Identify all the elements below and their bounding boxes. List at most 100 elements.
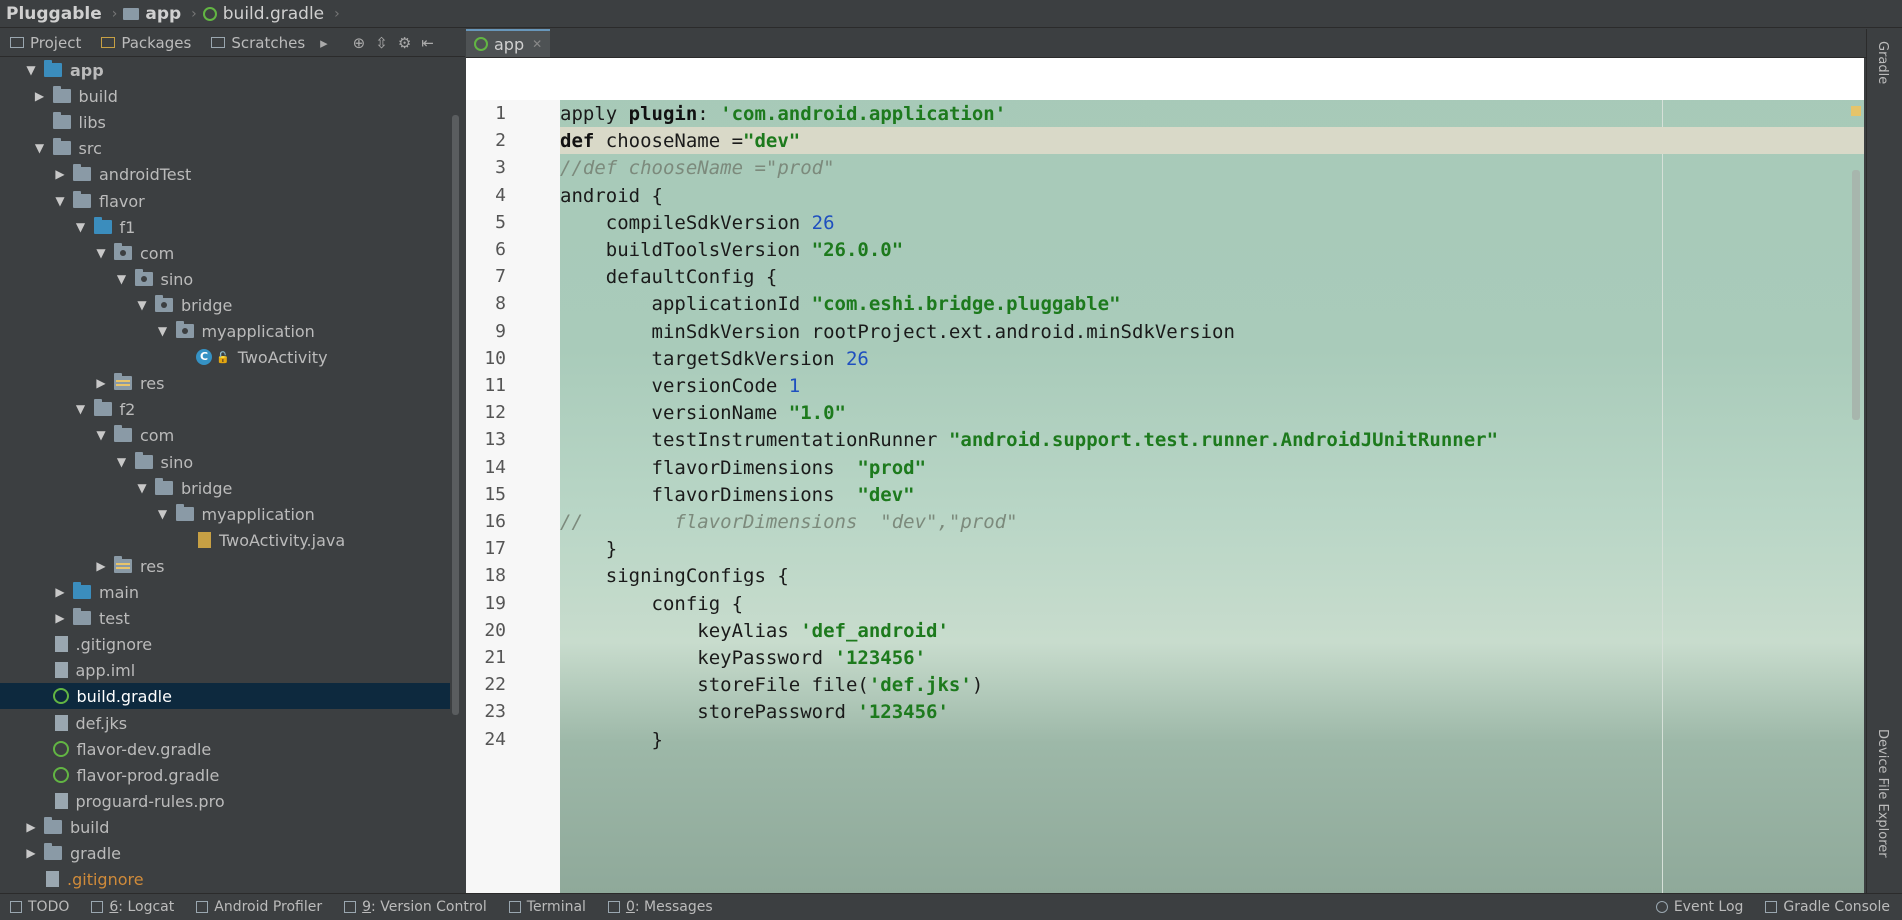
tree-item[interactable]: ▼ f2 [0, 396, 450, 422]
tree-item[interactable]: ▶ main [0, 579, 450, 605]
terminal-button[interactable]: Terminal [508, 899, 586, 915]
collapsed-arrow-icon[interactable]: ▶ [92, 376, 110, 390]
expanded-arrow-icon[interactable]: ▼ [72, 220, 90, 234]
code-line[interactable]: 8 applicationId "com.eshi.bridge.pluggab… [495, 290, 1864, 317]
gear-icon[interactable]: ⚙ [398, 34, 411, 52]
code-line[interactable]: 15 flavorDimensions "dev" [484, 481, 1864, 508]
tree-item[interactable]: ▼ myapplication [0, 318, 450, 344]
editor-scrollbar[interactable] [1852, 170, 1860, 420]
close-icon[interactable]: ✕ [532, 37, 542, 51]
todo-button[interactable]: TODO [10, 899, 69, 915]
breadcrumb-module[interactable]: app [123, 4, 181, 24]
logcat-button[interactable]: 6: Logcat [91, 899, 174, 915]
code-line[interactable]: 10 targetSdkVersion 26 [484, 345, 1864, 372]
collapsed-arrow-icon[interactable]: ▶ [31, 89, 49, 103]
expanded-arrow-icon[interactable]: ▼ [133, 481, 151, 495]
tree-item[interactable]: ▼ sino [0, 449, 450, 475]
more-tabs-icon[interactable]: ▸ [320, 34, 328, 52]
tab-project[interactable]: Project [0, 29, 91, 56]
code-line[interactable]: 24 } [484, 726, 1864, 753]
expanded-arrow-icon[interactable]: ▼ [113, 455, 131, 469]
expanded-arrow-icon[interactable]: ▼ [113, 272, 131, 286]
inspection-status-icon[interactable] [1851, 106, 1861, 116]
tree-item[interactable]: ▶ gradle [0, 840, 450, 866]
code-line[interactable]: 14 flavorDimensions "prod" [484, 454, 1864, 481]
tree-item[interactable]: ▶ res [0, 553, 450, 579]
tree-item[interactable]: ▼ sino [0, 266, 450, 292]
tree-item[interactable]: build.gradle [0, 683, 450, 709]
code-line[interactable]: 3 //def chooseName ="prod" [495, 154, 1864, 181]
tree-scrollbar[interactable] [452, 115, 459, 715]
event-log-button[interactable]: Event Log [1655, 899, 1743, 915]
code-line[interactable]: 18 signingConfigs { [484, 562, 1864, 589]
code-editor[interactable]: 1 apply plugin: 'com.android.application'… [466, 58, 1864, 893]
tree-item[interactable]: ▶ build [0, 83, 450, 109]
expanded-arrow-icon[interactable]: ▼ [154, 507, 172, 521]
tree-item[interactable]: def.jks [0, 710, 450, 736]
code-area[interactable]: 1 apply plugin: 'com.android.application'… [484, 100, 1864, 893]
version-control-button[interactable]: 9: Version Control [344, 899, 487, 915]
tree-item[interactable]: ▼ com [0, 422, 450, 448]
expanded-arrow-icon[interactable]: ▼ [92, 428, 110, 442]
expanded-arrow-icon[interactable]: ▼ [92, 246, 110, 260]
collapsed-arrow-icon[interactable]: ▶ [51, 611, 69, 625]
messages-button[interactable]: 0: Messages [607, 899, 713, 915]
expanded-arrow-icon[interactable]: ▼ [51, 194, 69, 208]
editor-tab-app[interactable]: app ✕ [466, 29, 551, 57]
expanded-arrow-icon[interactable]: ▼ [22, 63, 40, 77]
collapsed-arrow-icon[interactable]: ▶ [22, 820, 40, 834]
tree-item[interactable]: ▶ test [0, 605, 450, 631]
tree-item[interactable]: ▼ bridge [0, 475, 450, 501]
tree-item[interactable]: .gitignore [0, 866, 450, 892]
tree-item[interactable]: C 🔓 TwoActivity [0, 344, 450, 370]
code-line[interactable]: 17 } [484, 535, 1864, 562]
expanded-arrow-icon[interactable]: ▼ [133, 298, 151, 312]
code-line[interactable]: 12 versionName "1.0" [484, 399, 1864, 426]
tree-item[interactable]: libs [0, 109, 450, 135]
tree-item[interactable]: proguard-rules.pro [0, 788, 450, 814]
tree-item[interactable]: app.iml [0, 657, 450, 683]
tree-item[interactable]: ▼ bridge [0, 292, 450, 318]
breadcrumb-project[interactable]: Pluggable [6, 4, 102, 24]
tree-item[interactable]: ▼ myapplication [0, 501, 450, 527]
tree-item[interactable]: ▶ build [0, 814, 450, 840]
expanded-arrow-icon[interactable]: ▼ [31, 141, 49, 155]
code-line[interactable]: 16 // flavorDimensions "dev","prod" [484, 508, 1864, 535]
expanded-arrow-icon[interactable]: ▼ [72, 402, 90, 416]
expanded-arrow-icon[interactable]: ▼ [154, 324, 172, 338]
tab-packages[interactable]: Packages [91, 29, 201, 56]
code-line[interactable]: 13 testInstrumentationRunner "android.su… [484, 426, 1864, 453]
tree-item[interactable]: ▼ f1 [0, 214, 450, 240]
tree-item[interactable]: ▼ com [0, 240, 450, 266]
code-line[interactable]: 5 compileSdkVersion 26 [495, 209, 1864, 236]
code-line[interactable]: 9 minSdkVersion rootProject.ext.android.… [495, 318, 1864, 345]
breadcrumb-file[interactable]: build.gradle [202, 4, 324, 24]
collapsed-arrow-icon[interactable]: ▶ [22, 846, 40, 860]
code-line[interactable]: 22 storeFile file('def.jks') [484, 671, 1864, 698]
locate-file-icon[interactable]: ⊕ [353, 34, 366, 52]
code-line[interactable]: 19 config { [484, 590, 1864, 617]
hide-panel-icon[interactable]: ⇤ [421, 34, 434, 52]
code-line[interactable]: 7 defaultConfig { [495, 263, 1864, 290]
tree-item[interactable]: flavor-dev.gradle [0, 736, 450, 762]
code-line[interactable]: 2 def chooseName = "dev" [495, 127, 1864, 154]
tree-item[interactable]: .gitignore [0, 631, 450, 657]
code-line[interactable]: 6 buildToolsVersion "26.0.0" [495, 236, 1864, 263]
tree-item[interactable]: ▶ androidTest [0, 161, 450, 187]
collapsed-arrow-icon[interactable]: ▶ [92, 559, 110, 573]
tree-item[interactable]: TwoActivity.java [0, 527, 450, 553]
tree-item[interactable]: ▼ flavor [0, 188, 450, 214]
tree-item[interactable]: ▶ res [0, 370, 450, 396]
gradle-tool-button[interactable]: Gradle [1875, 41, 1890, 84]
gradle-console-button[interactable]: Gradle Console [1765, 899, 1890, 915]
collapsed-arrow-icon[interactable]: ▶ [51, 167, 69, 181]
tree-item[interactable]: flavor-prod.gradle [0, 762, 450, 788]
code-line[interactable]: 11 versionCode 1 [484, 372, 1864, 399]
code-line[interactable]: 21 keyPassword '123456' [484, 644, 1864, 671]
device-file-explorer-button[interactable]: Device File Explorer [1875, 729, 1890, 858]
android-profiler-button[interactable]: Android Profiler [196, 899, 322, 915]
code-line[interactable]: 1 apply plugin: 'com.android.application' [495, 100, 1864, 127]
tree-item[interactable]: ▼ src [0, 135, 450, 161]
tab-scratches[interactable]: Scratches [201, 29, 315, 56]
tree-item[interactable]: ▼ app [0, 57, 450, 83]
